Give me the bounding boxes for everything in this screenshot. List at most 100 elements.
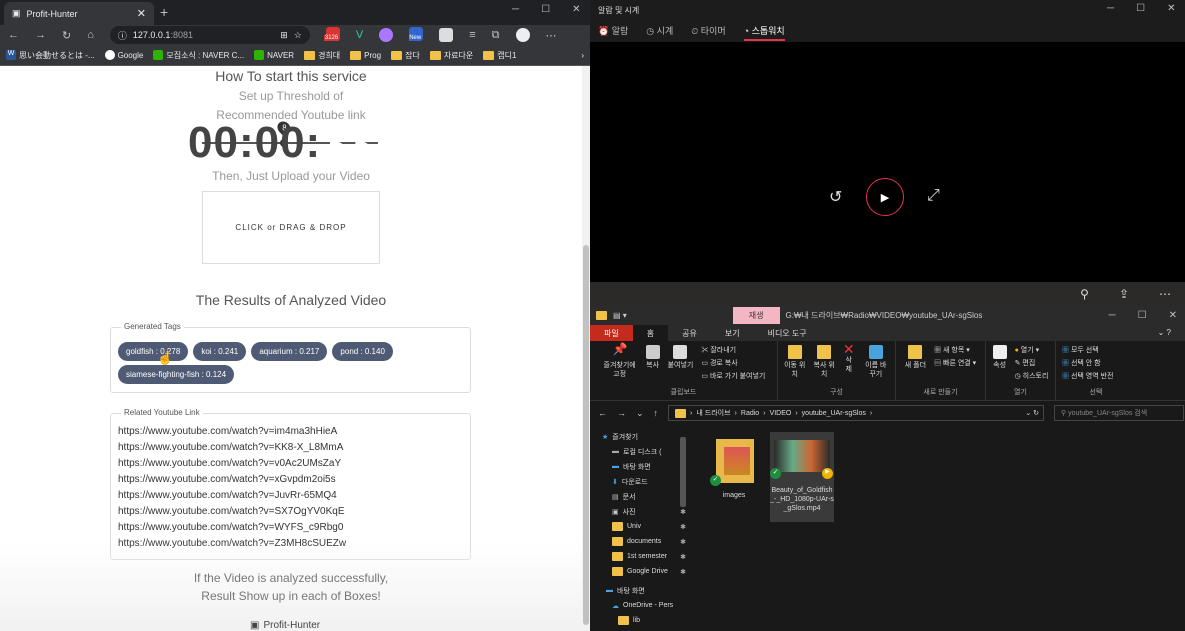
play-context-tab[interactable]: 재생 xyxy=(732,306,780,324)
extension-icon[interactable] xyxy=(379,28,394,42)
share-icon[interactable]: ⇪ xyxy=(1119,287,1129,301)
back-icon[interactable]: ← xyxy=(8,29,19,41)
easy-access-button[interactable]: ▤ 빠른 연결 ▾ xyxy=(934,358,976,368)
file-video-selected[interactable]: ✓ ▶ Beauty_of_Goldfish_-_HD_1080p-UAr-s_… xyxy=(770,432,834,522)
youtube-link[interactable]: https://www.youtube.com/watch?v=KK8-X_L8… xyxy=(118,440,470,456)
quick-access-toolbar-icon[interactable]: ▤ ▾ xyxy=(613,311,627,320)
youtube-link[interactable]: https://www.youtube.com/watch?v=JuvRr-65… xyxy=(118,488,470,504)
vue-extension-icon[interactable]: V xyxy=(356,29,363,41)
tag-chip[interactable]: pond : 0.140 xyxy=(332,342,393,361)
move-to-button[interactable]: 이동 위치 xyxy=(784,345,805,379)
youtube-link[interactable]: https://www.youtube.com/watch?v=xGvpdm2o… xyxy=(118,472,470,488)
back-icon[interactable]: ← xyxy=(598,408,607,418)
close-tab-icon[interactable]: ✕ xyxy=(137,7,146,20)
tab-view[interactable]: 보기 xyxy=(711,325,754,341)
bookmark-folder[interactable]: 캡디1 xyxy=(483,50,516,61)
close-window-icon[interactable]: ✕ xyxy=(1169,310,1177,321)
nav-scrollbar[interactable] xyxy=(680,437,686,507)
expand-icon[interactable]: ⤢ xyxy=(927,187,940,205)
bookmark-folder[interactable]: Prog xyxy=(350,50,381,60)
recent-icon[interactable]: ⌄ xyxy=(636,408,644,419)
nav-item[interactable]: Univ ✱ xyxy=(590,519,690,534)
up-icon[interactable]: ↑ xyxy=(654,408,659,418)
extension-badge-icon[interactable]: 3126 xyxy=(323,26,340,44)
select-none-button[interactable]: ▦ 선택 안 함 xyxy=(1062,358,1113,368)
bookmark-item[interactable]: 모집소식 : NAVER C... xyxy=(153,50,244,61)
address-bar[interactable]: ⓘ 127.0.0.1:8081 ⊞ ☆ xyxy=(109,26,310,44)
rename-button[interactable]: 이름 바꾸기 xyxy=(863,345,889,379)
tab-video-tools[interactable]: 비디오 도구 xyxy=(754,325,821,341)
nav-onedrive[interactable]: ☁ OneDrive - Pers xyxy=(590,598,690,613)
reading-list-icon[interactable]: ≡ xyxy=(469,29,475,41)
tab-alarm[interactable]: ⏰ 알람 xyxy=(598,24,628,41)
copy-button[interactable]: 복사 xyxy=(645,345,660,370)
more-menu-icon[interactable]: ⋯ xyxy=(546,29,557,42)
tab-stopwatch[interactable]: ◔ 스톱워치 xyxy=(743,24,785,41)
reset-icon[interactable]: ↺ xyxy=(829,187,842,207)
browser-tab[interactable]: ▣ Profit-Hunter ✕ xyxy=(4,2,154,25)
tab-file[interactable]: 파일 xyxy=(590,325,633,341)
youtube-link[interactable]: https://www.youtube.com/watch?v=WYFS_c9R… xyxy=(118,520,470,536)
tag-chip[interactable]: aquarium : 0.217 xyxy=(251,342,328,361)
translate-icon[interactable]: ⊞ xyxy=(280,30,288,41)
tag-chip[interactable]: siamese-fighting-fish : 0.124 xyxy=(118,365,235,384)
minimize-icon[interactable]: ─ xyxy=(1109,310,1116,321)
nav-item[interactable]: ▣ 사진 ✱ xyxy=(590,504,690,519)
nav-item[interactable]: documents ✱ xyxy=(590,534,690,549)
nav-item[interactable]: Google Drive ✱ xyxy=(590,564,690,579)
bookmark-item[interactable]: Google xyxy=(104,50,143,60)
forward-icon[interactable]: → xyxy=(617,408,626,418)
tag-chip[interactable]: koi : 0.241 xyxy=(193,342,247,361)
breadcrumb-item[interactable]: 내 드라이브 xyxy=(696,408,730,418)
explorer-search-input[interactable]: ⚲ youtube_UAr-sgSlos 검색 xyxy=(1054,405,1185,421)
open-button[interactable]: ● 열기 ▾ xyxy=(1015,345,1049,355)
minimize-icon[interactable]: ─ xyxy=(1107,3,1114,14)
youtube-link[interactable]: https://www.youtube.com/watch?v=v0Ac2UMs… xyxy=(118,456,470,472)
nav-item[interactable]: ▤문서✱ xyxy=(590,489,690,504)
tab-clock[interactable]: ◷ 시계 xyxy=(646,24,673,41)
copy-to-button[interactable]: 복사 위치 xyxy=(813,345,835,379)
edit-button[interactable]: ✎ 편집 xyxy=(1015,358,1049,368)
explorer-address-bar[interactable]: › 내 드라이브 › Radio › VIDEO › youtube_UAr-s… xyxy=(668,405,1045,421)
refresh-icon[interactable]: ⌄ ↻ xyxy=(1025,409,1039,417)
scrollbar-thumb[interactable] xyxy=(583,245,589,625)
info-icon[interactable]: ⓘ xyxy=(118,29,127,42)
youtube-link[interactable]: https://www.youtube.com/watch?v=im4ma3hH… xyxy=(118,424,470,440)
notes-extension-icon[interactable] xyxy=(439,28,454,42)
more-icon[interactable]: ⋯ xyxy=(1159,287,1171,301)
nav-item[interactable]: 1st semester ✱ xyxy=(590,549,690,564)
nav-desktop[interactable]: ▬ 바탕 화면 xyxy=(590,583,690,598)
maximize-icon[interactable]: ☐ xyxy=(1138,310,1147,321)
nav-item[interactable]: lib xyxy=(590,613,690,628)
maximize-icon[interactable]: ☐ xyxy=(541,4,550,15)
new-folder-button[interactable]: 새 폴더 xyxy=(905,345,926,370)
maximize-icon[interactable]: ☐ xyxy=(1136,3,1145,14)
paste-shortcut-button[interactable]: ▭ 바로 가기 붙여넣기 xyxy=(701,371,765,381)
avatar[interactable] xyxy=(515,28,530,42)
bookmark-folder[interactable]: 잡다 xyxy=(391,50,420,61)
delete-button[interactable]: ✕ 삭제 xyxy=(843,342,855,374)
bookmark-folder[interactable]: 자료다운 xyxy=(429,50,473,61)
chevron-right-icon[interactable]: › xyxy=(581,51,584,60)
forward-icon[interactable]: → xyxy=(35,29,46,41)
tab-share[interactable]: 공유 xyxy=(668,325,711,341)
copy-path-button[interactable]: ▭ 경로 복사 xyxy=(701,358,765,368)
nav-item[interactable]: ⬇다운로드✱ xyxy=(590,474,690,489)
close-window-icon[interactable]: ✕ xyxy=(572,4,580,15)
breadcrumb-item[interactable]: VIDEO xyxy=(770,410,792,417)
nav-quick-access[interactable]: ★ 즐겨찾기 xyxy=(590,429,690,444)
folder-images[interactable]: ✓ images xyxy=(702,435,766,500)
tag-chip[interactable]: goldfish : 0.278 xyxy=(118,342,189,361)
breadcrumb-item[interactable]: youtube_UAr-sgSlos xyxy=(802,410,866,417)
youtube-link[interactable]: https://www.youtube.com/watch?v=SX7OgYV0… xyxy=(118,504,470,520)
bookmark-folder[interactable]: 경희대 xyxy=(304,50,340,61)
tab-timer[interactable]: ⏲ 타이머 xyxy=(691,24,725,41)
invert-selection-button[interactable]: ▦ 선택 영역 반전 xyxy=(1062,371,1113,381)
new-tab-icon[interactable]: + xyxy=(160,4,168,20)
select-all-button[interactable]: ▦ 모두 선택 xyxy=(1062,345,1113,355)
cut-button[interactable]: ✂ 잘라내기 xyxy=(701,345,765,355)
close-window-icon[interactable]: ✕ xyxy=(1167,3,1175,14)
upload-dropzone[interactable]: CLICK or DRAG & DROP xyxy=(202,191,380,264)
star-icon[interactable]: ☆ xyxy=(294,30,302,41)
properties-button[interactable]: 속성 xyxy=(992,345,1007,370)
